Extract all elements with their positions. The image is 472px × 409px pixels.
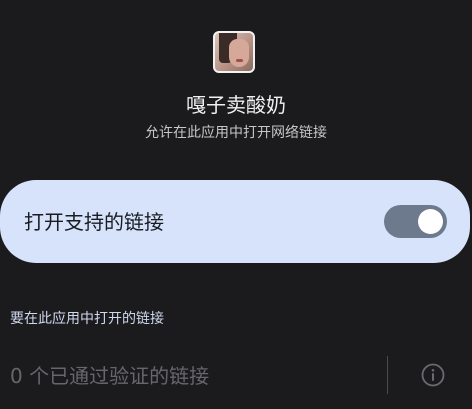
verified-links-row[interactable]: 0 个已通过验证的链接 [0,352,472,398]
switch-thumb [418,209,443,234]
section-header: 要在此应用中打开的链接 [10,311,164,327]
app-link-settings-page: 嘎子卖酸奶 允许在此应用中打开网络链接 打开支持的链接 要在此应用中打开的链接 … [0,0,472,409]
toggle-label: 打开支持的链接 [24,210,164,234]
verified-links-count: 0 个已通过验证的链接 [10,364,210,388]
app-subtitle: 允许在此应用中打开网络链接 [145,125,327,141]
info-icon[interactable] [420,362,446,388]
app-icon [213,31,255,73]
divider [387,356,388,394]
open-supported-links-toggle-row[interactable]: 打开支持的链接 [0,180,470,263]
app-name: 嘎子卖酸奶 [186,93,286,117]
open-supported-links-switch[interactable] [384,205,447,238]
